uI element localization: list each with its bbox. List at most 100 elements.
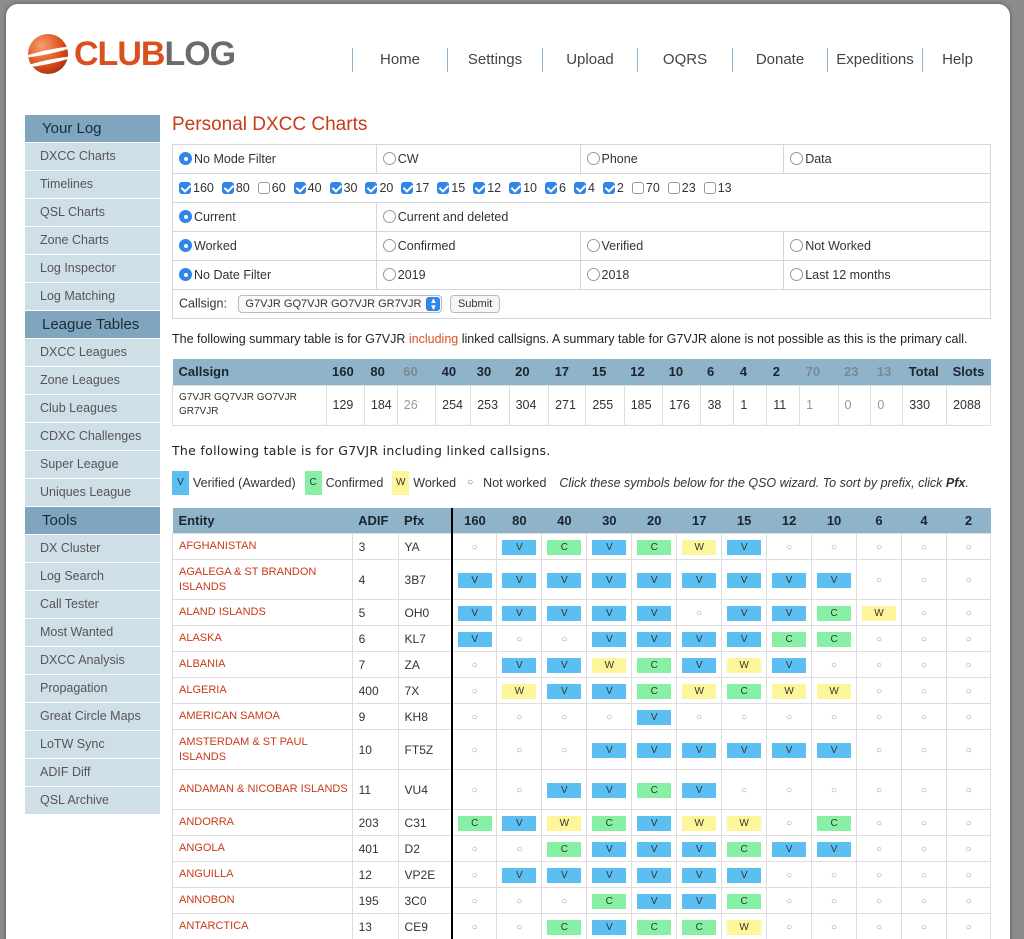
date-option-2019[interactable]: 2019 xyxy=(382,268,426,282)
status-c-button[interactable]: C xyxy=(637,657,672,673)
not-worked-icon[interactable]: ○ xyxy=(592,710,626,725)
sidebar-item-adif-diff[interactable]: ADIF Diff xyxy=(25,759,160,786)
status-v-button[interactable]: V xyxy=(727,742,762,758)
summary-header-2[interactable]: 2 xyxy=(766,359,800,385)
not-worked-icon[interactable]: ○ xyxy=(502,920,536,935)
not-worked-icon[interactable]: ○ xyxy=(862,894,896,909)
status-v-button[interactable]: V xyxy=(637,893,672,909)
status-c-button[interactable]: C xyxy=(592,815,627,831)
summary-value-cell[interactable]: 26 xyxy=(396,384,437,426)
status-v-button[interactable]: V xyxy=(502,815,537,831)
status-w-button[interactable]: W xyxy=(682,539,717,555)
band-option-60[interactable]: 60 xyxy=(257,181,286,195)
status-v-button[interactable]: V xyxy=(637,815,672,831)
not-worked-icon[interactable]: ○ xyxy=(817,920,851,935)
band-option-2[interactable]: 2 xyxy=(602,181,624,195)
date-option-no-date-filter[interactable]: No Date Filter xyxy=(179,268,271,282)
status-w-button[interactable]: W xyxy=(862,605,897,621)
not-worked-icon[interactable]: ○ xyxy=(951,783,985,798)
sidebar-item-call-tester[interactable]: Call Tester xyxy=(25,591,160,618)
checkbox-band-20[interactable] xyxy=(365,182,378,194)
summary-value-cell[interactable]: 2088 xyxy=(946,384,991,426)
summary-value-cell[interactable]: 1 xyxy=(733,384,768,426)
radio-data[interactable] xyxy=(790,152,804,165)
entity-link[interactable]: ANGOLA xyxy=(172,835,353,862)
status-c-button[interactable]: C xyxy=(637,919,672,935)
summary-header-80[interactable]: 80 xyxy=(364,359,398,385)
not-worked-icon[interactable]: ○ xyxy=(547,743,581,758)
band-option-15[interactable]: 15 xyxy=(437,181,465,195)
grid-header-pfx[interactable]: Pfx xyxy=(398,507,452,534)
grid-header-6[interactable]: 6 xyxy=(856,507,902,534)
status-option-verified[interactable]: Verified xyxy=(586,239,643,253)
radio-phone[interactable] xyxy=(586,152,600,165)
status-v-button[interactable]: V xyxy=(682,782,717,798)
not-worked-icon[interactable]: ○ xyxy=(862,573,896,588)
status-v-button[interactable]: V xyxy=(547,657,582,673)
status-v-button[interactable]: V xyxy=(727,867,762,883)
grid-header-40[interactable]: 40 xyxy=(541,507,587,534)
checkbox-band-17[interactable] xyxy=(401,182,414,194)
not-worked-icon[interactable]: ○ xyxy=(951,842,985,857)
not-worked-icon[interactable]: ○ xyxy=(502,842,536,857)
status-c-button[interactable]: C xyxy=(592,893,627,909)
not-worked-icon[interactable]: ○ xyxy=(862,632,896,647)
band-option-6[interactable]: 6 xyxy=(545,181,566,195)
summary-value-cell[interactable]: 184 xyxy=(363,384,398,426)
status-v-button[interactable]: V xyxy=(637,742,672,758)
nav-donate[interactable]: Donate xyxy=(732,48,827,72)
not-worked-icon[interactable]: ○ xyxy=(907,920,941,935)
band-option-80[interactable]: 80 xyxy=(221,181,250,195)
nav-settings[interactable]: Settings xyxy=(447,48,542,72)
status-v-button[interactable]: V xyxy=(592,841,627,857)
status-v-button[interactable]: V xyxy=(592,605,627,621)
not-worked-icon[interactable]: ○ xyxy=(862,783,896,798)
sidebar-item-lotw-sync[interactable]: LoTW Sync xyxy=(25,731,160,758)
sidebar-item-dxcc-analysis[interactable]: DXCC Analysis xyxy=(25,647,160,674)
not-worked-icon[interactable]: ○ xyxy=(951,573,985,588)
status-v-button[interactable]: V xyxy=(502,605,537,621)
status-w-button[interactable]: W xyxy=(592,657,627,673)
radio-current-and-deleted[interactable] xyxy=(382,210,396,223)
status-v-button[interactable]: V xyxy=(502,572,537,588)
status-c-button[interactable]: C xyxy=(727,841,762,857)
status-c-button[interactable]: C xyxy=(817,605,852,621)
not-worked-icon[interactable]: ○ xyxy=(862,842,896,857)
not-worked-icon[interactable]: ○ xyxy=(862,868,896,883)
not-worked-icon[interactable]: ○ xyxy=(502,632,536,647)
summary-value-cell[interactable]: 185 xyxy=(623,384,664,426)
grid-header-4[interactable]: 4 xyxy=(901,507,947,534)
status-w-button[interactable]: W xyxy=(817,683,852,699)
status-v-button[interactable]: V xyxy=(682,893,717,909)
status-v-button[interactable]: V xyxy=(772,657,807,673)
not-worked-icon[interactable]: ○ xyxy=(907,842,941,857)
not-worked-icon[interactable]: ○ xyxy=(817,868,851,883)
status-v-button[interactable]: V xyxy=(817,742,852,758)
not-worked-icon[interactable]: ○ xyxy=(458,894,492,909)
grid-header-entity[interactable]: Entity xyxy=(172,507,353,534)
band-option-20[interactable]: 20 xyxy=(365,181,393,195)
not-worked-icon[interactable]: ○ xyxy=(727,710,761,725)
status-v-button[interactable]: V xyxy=(592,742,627,758)
not-worked-icon[interactable]: ○ xyxy=(951,816,985,831)
not-worked-icon[interactable]: ○ xyxy=(951,710,985,725)
not-worked-icon[interactable]: ○ xyxy=(682,606,716,621)
status-v-button[interactable]: V xyxy=(592,631,627,647)
not-worked-icon[interactable]: ○ xyxy=(862,816,896,831)
status-v-button[interactable]: V xyxy=(502,539,537,555)
checkbox-band-6[interactable] xyxy=(545,182,558,194)
status-v-button[interactable]: V xyxy=(547,605,582,621)
summary-header-40[interactable]: 40 xyxy=(435,359,471,385)
callsign-select[interactable]: G7VJR GQ7VJR GO7VJR GR7VJR ▲ ▼ xyxy=(238,295,443,313)
status-v-button[interactable]: V xyxy=(547,782,582,798)
not-worked-icon[interactable]: ○ xyxy=(907,573,941,588)
checkbox-band-10[interactable] xyxy=(509,182,522,194)
status-option-worked[interactable]: Worked xyxy=(179,239,237,253)
not-worked-icon[interactable]: ○ xyxy=(862,684,896,699)
entity-link[interactable]: AMSTERDAM & ST PAUL ISLANDS xyxy=(172,729,353,770)
grid-header-80[interactable]: 80 xyxy=(496,507,542,534)
status-v-button[interactable]: V xyxy=(637,841,672,857)
checkbox-band-4[interactable] xyxy=(573,182,586,194)
sidebar-item-uniques-league[interactable]: Uniques League xyxy=(25,479,160,506)
status-v-button[interactable]: V xyxy=(592,572,627,588)
